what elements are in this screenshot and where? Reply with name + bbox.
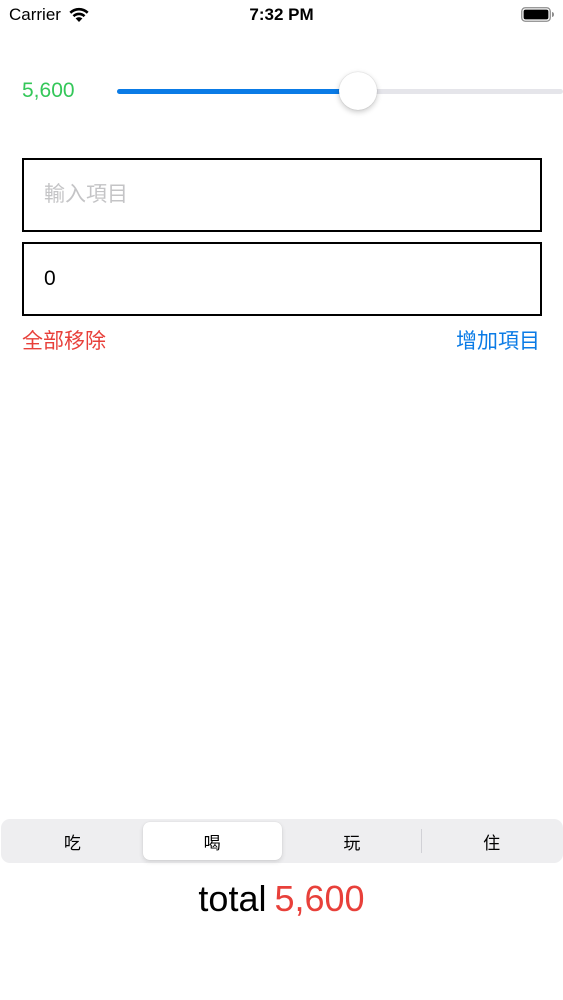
battery-icon bbox=[521, 7, 554, 22]
segment-stay[interactable]: 住 bbox=[422, 822, 561, 860]
status-bar: Carrier 7:32 PM bbox=[0, 0, 563, 30]
amount-slider[interactable] bbox=[117, 72, 563, 110]
segment-play[interactable]: 玩 bbox=[283, 822, 422, 860]
amount-input[interactable] bbox=[22, 242, 542, 316]
remove-all-button[interactable]: 全部移除 bbox=[22, 326, 106, 356]
item-name-input[interactable] bbox=[22, 158, 542, 232]
total-label: total bbox=[198, 878, 267, 919]
total-value: 5,600 bbox=[274, 878, 365, 919]
category-segmented-control: 吃 喝 玩 住 bbox=[1, 819, 563, 863]
slider-value-label: 5,600 bbox=[22, 79, 75, 102]
screen: Carrier 7:32 PM 5,600 全部移除 增加項目 吃 喝 玩 住 … bbox=[0, 0, 563, 1000]
add-item-button[interactable]: 增加項目 bbox=[456, 326, 540, 356]
slider-thumb[interactable] bbox=[339, 72, 377, 110]
total-row: total 5,600 bbox=[0, 876, 563, 922]
status-time: 7:32 PM bbox=[249, 5, 314, 24]
segment-drink[interactable]: 喝 bbox=[142, 822, 282, 860]
slider-fill bbox=[117, 89, 358, 94]
segment-eat[interactable]: 吃 bbox=[3, 822, 142, 860]
